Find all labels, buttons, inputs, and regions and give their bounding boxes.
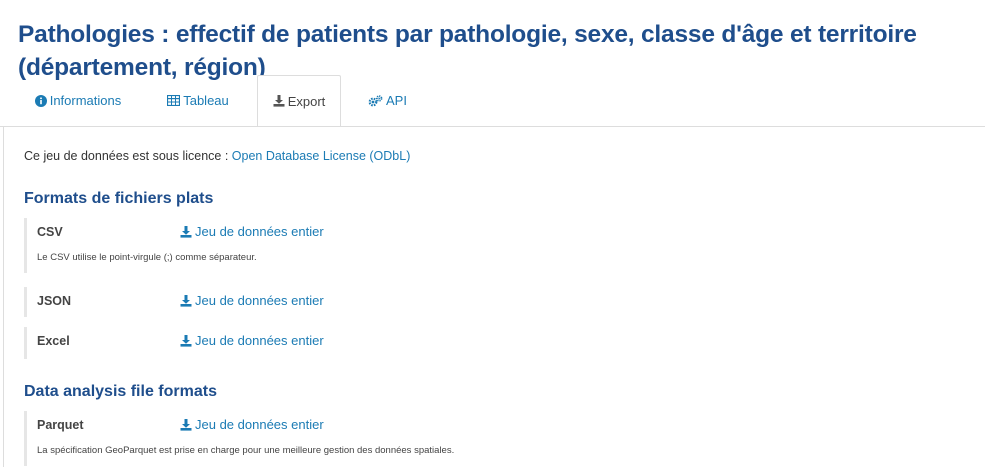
download-icon xyxy=(180,294,192,307)
format-row-csv: CSV Jeu de données entier Le CSV utilise… xyxy=(24,218,624,273)
tab-label: Export xyxy=(287,93,326,109)
download-link-label: Jeu de données entier xyxy=(195,224,324,239)
download-icon xyxy=(180,418,192,431)
tab-label: API xyxy=(386,93,407,108)
format-note: La spécification GeoParquet est prise en… xyxy=(37,445,455,456)
format-row-parquet: Parquet Jeu de données entier La spécifi… xyxy=(24,411,624,466)
format-note: Le CSV utilise le point-virgule (;) comm… xyxy=(37,252,257,263)
format-row-json: JSON Jeu de données entier xyxy=(24,287,624,317)
download-icon xyxy=(180,225,192,238)
licence-text: Ce jeu de données est sous licence : Ope… xyxy=(24,149,410,163)
download-csv-link[interactable]: Jeu de données entier xyxy=(180,224,324,239)
format-name: Excel xyxy=(37,334,70,348)
tab-api[interactable]: API xyxy=(355,75,420,126)
section-title-flat-formats: Formats de fichiers plats xyxy=(24,190,214,207)
tab-label: Informations xyxy=(49,93,122,108)
tab-label: Tableau xyxy=(183,93,229,108)
info-circle-icon xyxy=(34,94,47,107)
licence-link[interactable]: Open Database License (ODbL) xyxy=(232,149,411,163)
tab-tableau[interactable]: Tableau xyxy=(153,75,243,126)
download-icon xyxy=(180,334,192,347)
licence-prefix: Ce jeu de données est sous licence : xyxy=(24,149,232,163)
download-excel-link[interactable]: Jeu de données entier xyxy=(180,333,324,348)
format-name: Parquet xyxy=(37,418,84,432)
tab-bar: Informations Tableau Export API xyxy=(0,75,985,127)
tab-informations[interactable]: Informations xyxy=(18,75,138,126)
tab-export[interactable]: Export xyxy=(257,75,341,127)
format-name: CSV xyxy=(37,225,63,239)
download-parquet-link[interactable]: Jeu de données entier xyxy=(180,417,324,432)
format-row-excel: Excel Jeu de données entier xyxy=(24,327,624,359)
cogs-icon xyxy=(368,94,383,107)
download-json-link[interactable]: Jeu de données entier xyxy=(180,293,324,308)
table-icon xyxy=(167,95,181,106)
download-link-label: Jeu de données entier xyxy=(195,293,324,308)
download-icon xyxy=(273,95,285,107)
download-link-label: Jeu de données entier xyxy=(195,333,324,348)
format-name: JSON xyxy=(37,294,72,308)
download-link-label: Jeu de données entier xyxy=(195,417,324,432)
section-title-data-analysis: Data analysis file formats xyxy=(24,383,217,400)
